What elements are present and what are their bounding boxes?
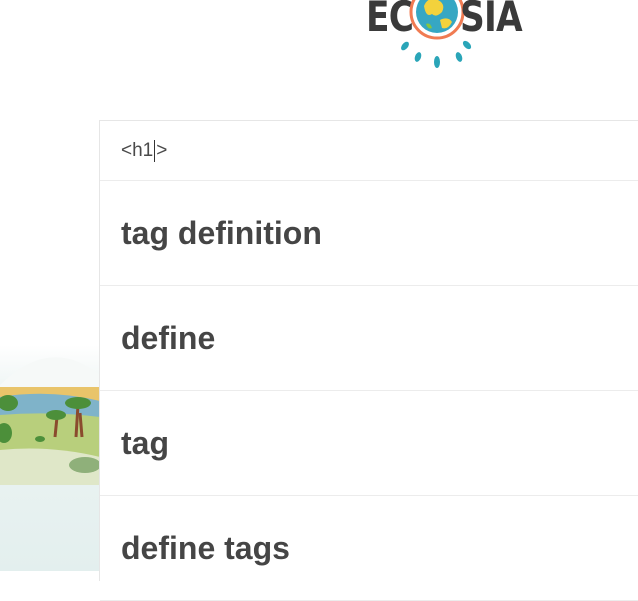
suggestion-item[interactable]: tag definition: [100, 181, 638, 286]
suggestion-item[interactable]: define: [100, 286, 638, 391]
suggestion-item[interactable]: tag: [100, 391, 638, 496]
suggestion-label: define tags: [121, 530, 290, 566]
suggestion-item[interactable]: define tags: [100, 496, 638, 601]
search-bar[interactable]: <h1 >: [100, 121, 638, 181]
search-suggestions-panel: <h1 > tag definition define tag define ta…: [99, 120, 638, 601]
suggestion-label: tag definition: [121, 215, 322, 251]
scenery-illustration: [0, 345, 100, 571]
ecosia-logo[interactable]: EC SIA: [362, 0, 523, 72]
suggestion-label: tag: [121, 425, 169, 461]
logo-text-right: SIA: [460, 0, 523, 41]
search-input-text-after-caret: >: [156, 140, 168, 161]
suggestion-label: define: [121, 320, 216, 356]
text-caret: [154, 140, 156, 162]
search-input-text: <h1: [121, 140, 154, 161]
search-input[interactable]: <h1 >: [121, 139, 167, 163]
